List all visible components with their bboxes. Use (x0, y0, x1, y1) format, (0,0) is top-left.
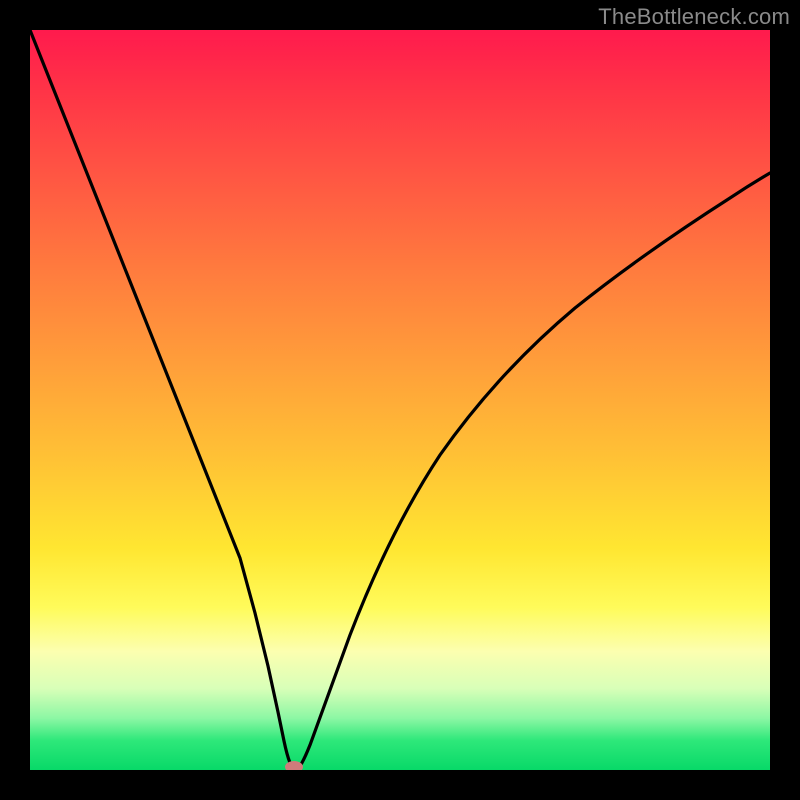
bottleneck-curve (30, 30, 770, 770)
chart-frame: TheBottleneck.com (0, 0, 800, 800)
curve-path (30, 30, 770, 770)
watermark-text: TheBottleneck.com (598, 4, 790, 30)
marker-dot (285, 761, 303, 770)
chart-plot-area (30, 30, 770, 770)
